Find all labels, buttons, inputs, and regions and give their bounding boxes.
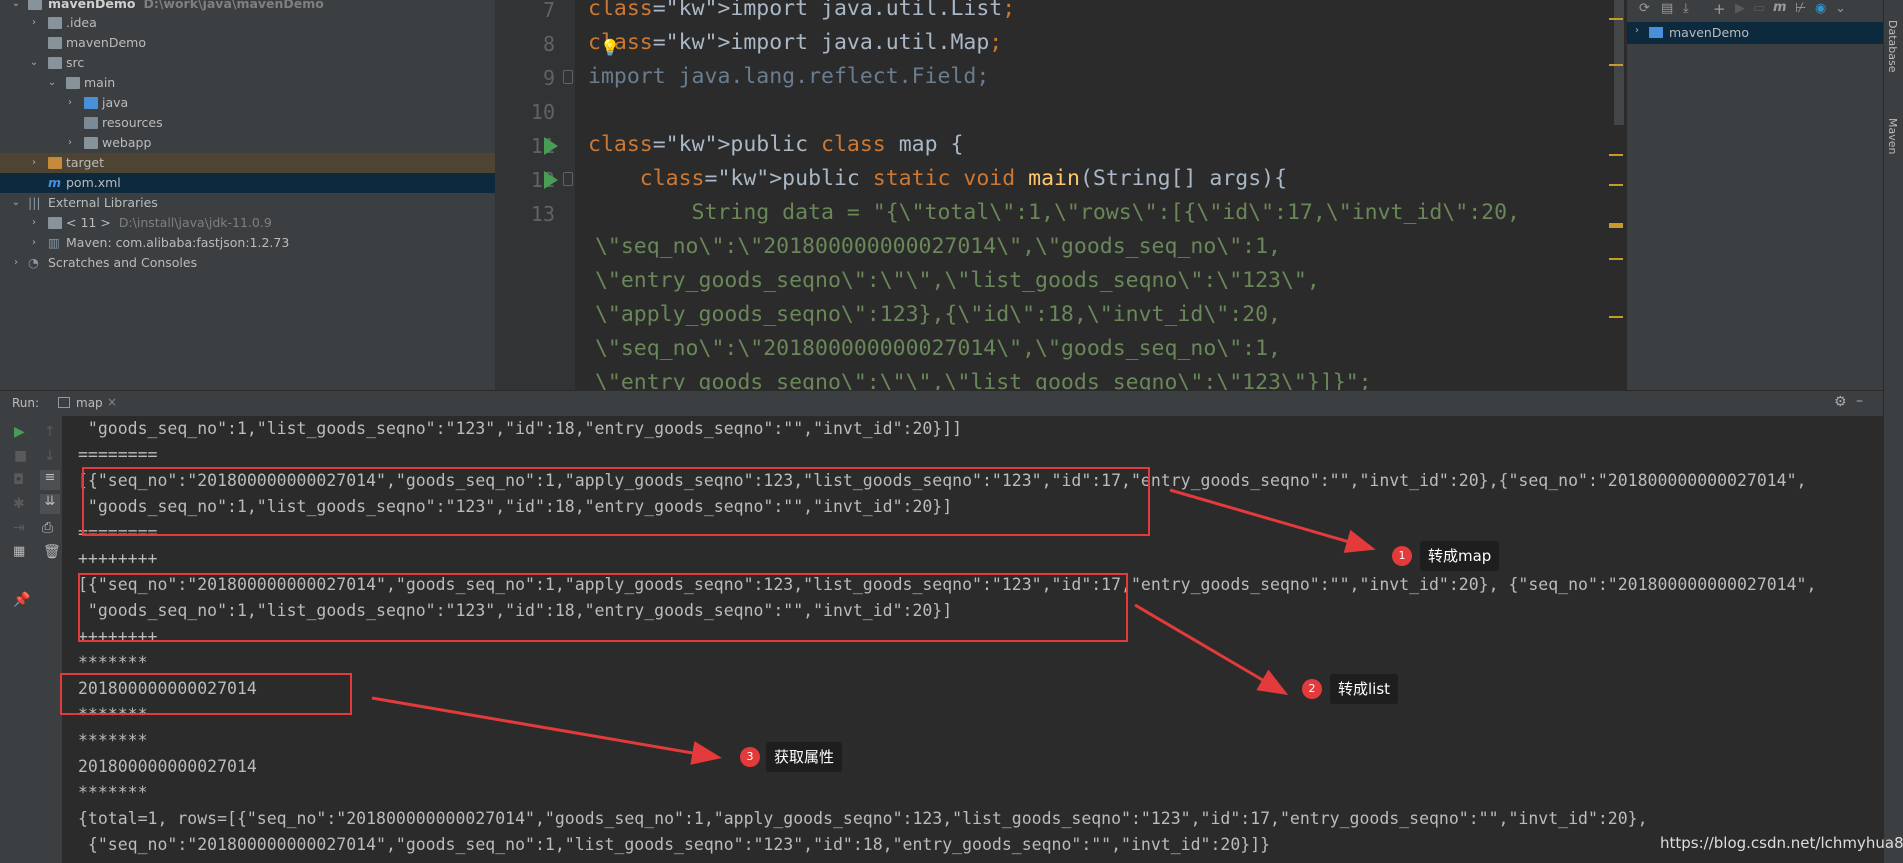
- annotation-label-list: 转成list: [1330, 674, 1399, 704]
- annotation-label-map: 转成map: [1420, 541, 1500, 571]
- annotation-badge: 1: [1392, 546, 1412, 566]
- annotation-badge: 3: [740, 747, 760, 767]
- annotation-badge: 2: [1302, 679, 1322, 699]
- arrow-to-list: [1134, 603, 1289, 696]
- annotation-arrows: [371, 488, 1376, 765]
- arrow-to-field: [371, 696, 722, 765]
- annotation-label-field: 获取属性: [766, 742, 843, 772]
- arrow-to-map: [1169, 488, 1376, 553]
- watermark: https://blog.csdn.net/lchmyhua88: [1660, 834, 1903, 852]
